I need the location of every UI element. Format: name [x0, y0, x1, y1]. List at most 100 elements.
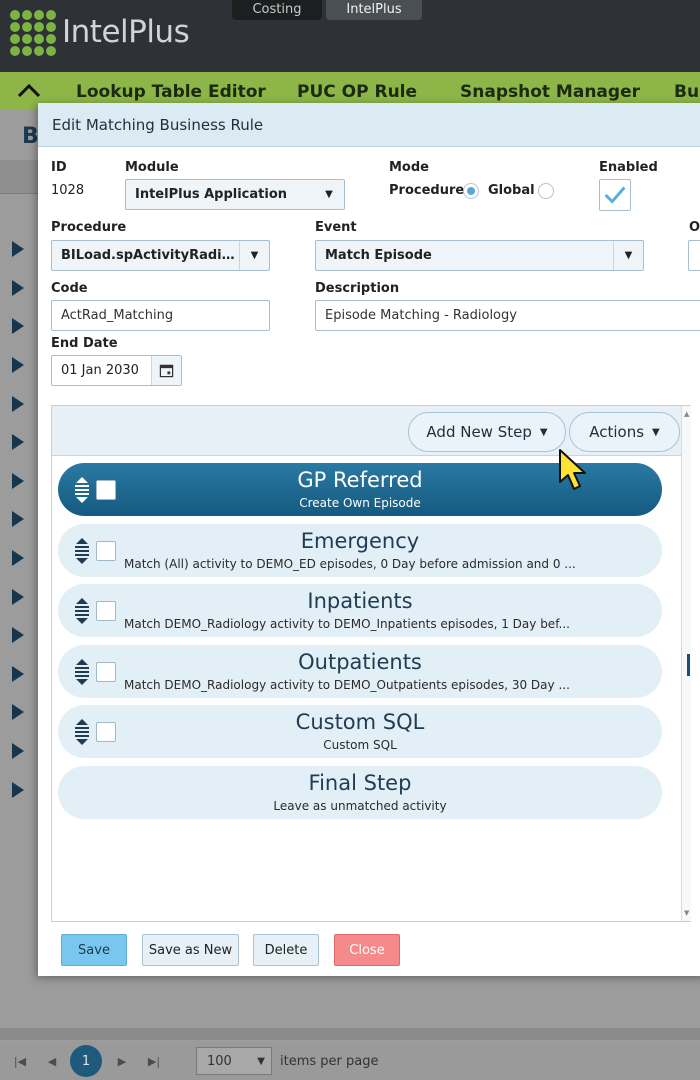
- brand-name: IntelPlus: [62, 14, 190, 50]
- step-checkbox[interactable]: [96, 601, 116, 621]
- table-row[interactable]: [0, 384, 38, 423]
- table-row[interactable]: [0, 500, 38, 539]
- add-new-step-label: Add New Step: [426, 423, 532, 441]
- horizontal-scrollbar[interactable]: [0, 1028, 700, 1040]
- current-page[interactable]: 1: [70, 1045, 102, 1077]
- table-row[interactable]: [0, 770, 38, 809]
- expand-row-icon[interactable]: [12, 241, 24, 258]
- end-date-label: End Date: [51, 336, 118, 351]
- step-emergency[interactable]: Emergency Match (All) activity to DEMO_E…: [58, 523, 662, 577]
- procedure-value: BILoad.spActivityRadiol...: [61, 248, 239, 263]
- grid-rows: [0, 230, 38, 809]
- intelplus-logo-icon: [10, 10, 56, 56]
- step-description: Leave as unmatched activity: [273, 798, 447, 813]
- chevron-down-icon: ▼: [539, 426, 548, 438]
- drag-handle-icon[interactable]: [73, 658, 91, 685]
- table-row[interactable]: [0, 539, 38, 578]
- app-tabs: Costing IntelPlus: [232, 0, 422, 20]
- step-checkbox[interactable]: [96, 540, 116, 561]
- table-row[interactable]: [0, 269, 38, 308]
- scroll-thumb[interactable]: [687, 654, 690, 676]
- id-value: 1028: [51, 183, 85, 198]
- expand-row-icon[interactable]: [12, 511, 24, 528]
- save-as-new-button[interactable]: Save as New: [142, 934, 239, 966]
- step-description: Match (All) activity to DEMO_ED episodes…: [124, 556, 576, 571]
- table-row[interactable]: [0, 307, 38, 346]
- step-checkbox[interactable]: [96, 722, 116, 742]
- calendar-icon[interactable]: [151, 356, 181, 385]
- step-final[interactable]: Final Step Leave as unmatched activity: [58, 765, 662, 819]
- step-checkbox[interactable]: [96, 480, 116, 500]
- expand-row-icon[interactable]: [12, 550, 24, 567]
- chevron-down-icon: ▼: [325, 189, 333, 200]
- step-outpatients[interactable]: Outpatients Match DEMO_Radiology activit…: [58, 644, 662, 698]
- expand-row-icon[interactable]: [12, 434, 24, 451]
- table-row[interactable]: [0, 655, 38, 694]
- step-checkbox[interactable]: [96, 661, 116, 682]
- expand-row-icon[interactable]: [12, 279, 24, 296]
- prev-page-icon[interactable]: ◀: [40, 1049, 64, 1073]
- enabled-label: Enabled: [599, 160, 658, 175]
- tab-costing[interactable]: Costing: [232, 0, 322, 20]
- table-row[interactable]: [0, 230, 38, 269]
- scroll-down-icon[interactable]: ▼: [684, 909, 689, 917]
- step-description: Match DEMO_Radiology activity to DEMO_In…: [124, 617, 570, 631]
- expand-row-icon[interactable]: [12, 704, 24, 721]
- step-description: Create Own Episode: [299, 496, 421, 510]
- expand-row-icon[interactable]: [12, 588, 24, 605]
- drag-handle-icon[interactable]: [73, 598, 91, 624]
- code-field[interactable]: ActRad_Matching: [51, 300, 270, 331]
- table-row[interactable]: [0, 577, 38, 616]
- expand-row-icon[interactable]: [12, 357, 24, 374]
- table-row[interactable]: [0, 732, 38, 771]
- steps-scrollbar[interactable]: ▲ ▼: [681, 406, 691, 921]
- expand-row-icon[interactable]: [12, 743, 24, 760]
- chevron-down-icon: ▼: [613, 241, 643, 270]
- step-description: Custom SQL: [323, 738, 397, 752]
- save-button[interactable]: Save: [61, 934, 127, 966]
- end-date-picker[interactable]: 01 Jan 2030: [51, 355, 182, 386]
- step-name: Inpatients: [307, 589, 413, 613]
- step-name: Outpatients: [298, 649, 422, 674]
- tab-intelplus[interactable]: IntelPlus: [326, 0, 422, 20]
- add-new-step-button[interactable]: Add New Step ▼: [408, 412, 566, 452]
- first-page-icon[interactable]: |◀: [8, 1049, 32, 1073]
- description-field[interactable]: Episode Matching - Radiology: [315, 300, 700, 331]
- drag-handle-icon[interactable]: [73, 537, 91, 564]
- step-inpatients[interactable]: Inpatients Match DEMO_Radiology activity…: [58, 584, 662, 637]
- drag-handle-icon[interactable]: [73, 477, 91, 503]
- next-page-icon[interactable]: ▶: [110, 1049, 134, 1073]
- procedure-dropdown[interactable]: BILoad.spActivityRadiol... ▼: [51, 240, 270, 271]
- actions-button[interactable]: Actions ▼: [569, 412, 680, 452]
- enabled-checkbox[interactable]: [599, 179, 631, 211]
- module-dropdown[interactable]: IntelPlus Application ▼: [125, 179, 345, 210]
- page-size-select[interactable]: 100 ▼: [196, 1047, 272, 1075]
- expand-row-icon[interactable]: [12, 627, 24, 644]
- delete-button[interactable]: Delete: [253, 934, 319, 966]
- table-row[interactable]: [0, 462, 38, 501]
- expand-row-icon[interactable]: [12, 472, 24, 489]
- code-label: Code: [51, 281, 88, 296]
- expand-row-icon[interactable]: [12, 781, 24, 798]
- table-row[interactable]: [0, 616, 38, 655]
- mouse-cursor-icon: [559, 449, 586, 490]
- steps-panel: Add New Step ▼ Actions ▼ GP Referred Cre…: [51, 405, 691, 922]
- expand-row-icon[interactable]: [12, 395, 24, 412]
- order-field[interactable]: [688, 240, 700, 271]
- table-row[interactable]: [0, 346, 38, 385]
- drag-handle-icon[interactable]: [73, 719, 91, 745]
- last-page-icon[interactable]: ▶|: [142, 1049, 166, 1073]
- step-name: Emergency: [300, 528, 420, 553]
- steps-toolbar: Add New Step ▼ Actions ▼: [52, 406, 690, 456]
- chevron-up-icon[interactable]: [16, 78, 42, 104]
- table-row[interactable]: [0, 693, 38, 732]
- expand-row-icon[interactable]: [12, 318, 24, 335]
- mode-procedure-radio[interactable]: [463, 183, 479, 199]
- scroll-up-icon[interactable]: ▲: [684, 410, 689, 418]
- mode-global-radio[interactable]: [538, 183, 554, 199]
- expand-row-icon[interactable]: [12, 665, 24, 682]
- table-row[interactable]: [0, 423, 38, 462]
- close-button[interactable]: Close: [334, 934, 400, 966]
- event-dropdown[interactable]: Match Episode ▼: [315, 240, 644, 271]
- step-custom-sql[interactable]: Custom SQL Custom SQL: [58, 705, 662, 758]
